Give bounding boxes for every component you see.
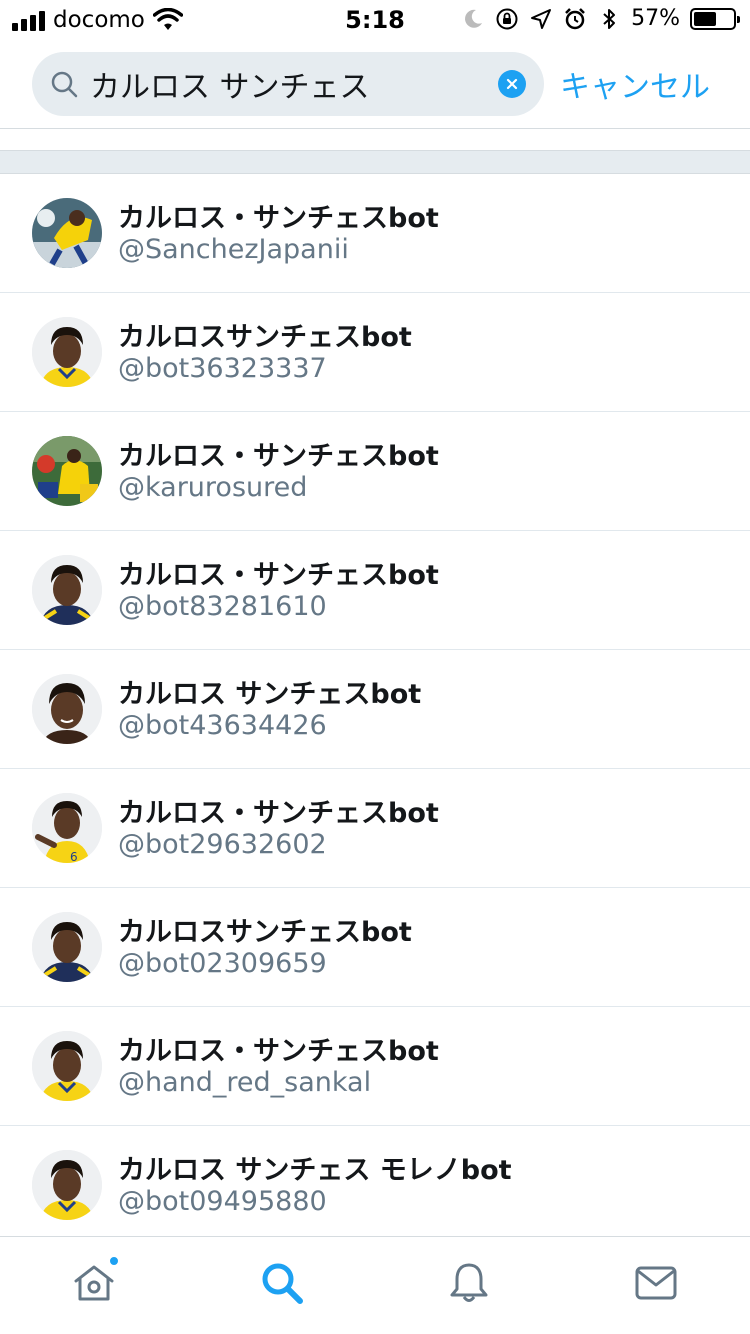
- battery-icon: [690, 7, 740, 30]
- search-header: キャンセル: [0, 40, 750, 128]
- avatar[interactable]: [32, 1031, 102, 1101]
- svg-text:6: 6: [70, 850, 78, 863]
- tab-messages[interactable]: [632, 1259, 680, 1307]
- alarm-icon: [565, 7, 585, 29]
- result-handle: @bot36323337: [118, 353, 327, 384]
- result-display-name: カルロス・サンチェスbot: [118, 1036, 439, 1067]
- avatar[interactable]: [32, 1150, 102, 1220]
- search-result-row[interactable]: カルロス・サンチェスbot @SanchezJapanii: [0, 174, 750, 293]
- search-results-list: カルロス・サンチェスbot @SanchezJapanii カルロスサンチェスbot…: [0, 174, 750, 1245]
- header-divider: [0, 128, 750, 129]
- search-result-row[interactable]: カルロス サンチェスbot @bot43634426: [0, 650, 750, 769]
- search-result-row[interactable]: カルロス・サンチェスbot @hand_red_sankal: [0, 1007, 750, 1126]
- search-icon: [262, 1263, 303, 1304]
- clear-search-button[interactable]: [498, 70, 526, 98]
- result-handle: @bot09495880: [118, 1186, 327, 1217]
- avatar[interactable]: [32, 198, 102, 268]
- close-icon: [506, 78, 518, 90]
- result-handle: @karurosured: [118, 472, 308, 503]
- moon-icon: [465, 9, 483, 28]
- result-display-name: カルロス サンチェスbot: [118, 679, 422, 710]
- bell-icon: [450, 1263, 488, 1302]
- result-display-name: カルロスサンチェスbot: [118, 322, 412, 353]
- search-result-row[interactable]: 6 カルロス・サンチェスbot @bot29632602: [0, 769, 750, 888]
- search-result-row[interactable]: カルロスサンチェスbot @bot36323337: [0, 293, 750, 412]
- search-result-row[interactable]: カルロス サンチェス モレノbot @bot09495880: [0, 1126, 750, 1245]
- avatar-image: [32, 198, 102, 268]
- home-badge-dot: [108, 1255, 120, 1267]
- result-handle: @SanchezJapanii: [118, 234, 349, 265]
- location-arrow-icon: [531, 8, 552, 29]
- avatar[interactable]: [32, 912, 102, 982]
- avatar[interactable]: [32, 555, 102, 625]
- tab-notifications[interactable]: [445, 1259, 493, 1307]
- avatar-image: [32, 317, 102, 387]
- cancel-button[interactable]: キャンセル: [560, 62, 710, 106]
- avatar-image: [32, 1031, 102, 1101]
- result-display-name: カルロス・サンチェスbot: [118, 798, 439, 829]
- result-display-name: カルロス サンチェス モレノbot: [118, 1155, 512, 1186]
- avatar-image: [32, 1150, 102, 1220]
- search-icon: [51, 71, 78, 98]
- tab-search[interactable]: [258, 1259, 306, 1307]
- result-display-name: カルロス・サンチェスbot: [118, 441, 439, 472]
- search-box[interactable]: [32, 52, 544, 116]
- bluetooth-icon: [603, 8, 616, 29]
- avatar-image: 6: [32, 793, 102, 863]
- battery-level-fill: [694, 11, 716, 26]
- result-handle: @bot83281610: [118, 591, 327, 622]
- avatar-image: [32, 555, 102, 625]
- search-result-row[interactable]: カルロスサンチェスbot @bot02309659: [0, 888, 750, 1007]
- avatar[interactable]: 6: [32, 793, 102, 863]
- envelope-icon: [635, 1266, 677, 1300]
- rotation-lock-icon: [496, 8, 518, 29]
- avatar-image: [32, 436, 102, 506]
- result-handle: @bot43634426: [118, 710, 327, 741]
- section-separator: [0, 150, 750, 174]
- status-bar-right: 57%: [461, 6, 740, 31]
- result-display-name: カルロスサンチェスbot: [118, 917, 412, 948]
- search-input[interactable]: [90, 52, 490, 116]
- avatar[interactable]: [32, 317, 102, 387]
- status-bar: docomo 5:18 57%: [0, 0, 750, 40]
- tab-home[interactable]: [70, 1255, 120, 1307]
- result-handle: @bot02309659: [118, 948, 327, 979]
- search-result-row[interactable]: カルロス・サンチェスbot @bot83281610: [0, 531, 750, 650]
- avatar[interactable]: [32, 674, 102, 744]
- result-display-name: カルロス・サンチェスbot: [118, 560, 439, 591]
- battery-percentage: 57%: [631, 6, 680, 31]
- avatar-image: [32, 912, 102, 982]
- result-handle: @hand_red_sankal: [118, 1067, 372, 1098]
- result-display-name: カルロス・サンチェスbot: [118, 203, 439, 234]
- search-result-row[interactable]: カルロス・サンチェスbot @karurosured: [0, 412, 750, 531]
- tab-bar: [0, 1236, 750, 1334]
- result-handle: @bot29632602: [118, 829, 327, 860]
- avatar-image: [32, 674, 102, 744]
- avatar[interactable]: [32, 436, 102, 506]
